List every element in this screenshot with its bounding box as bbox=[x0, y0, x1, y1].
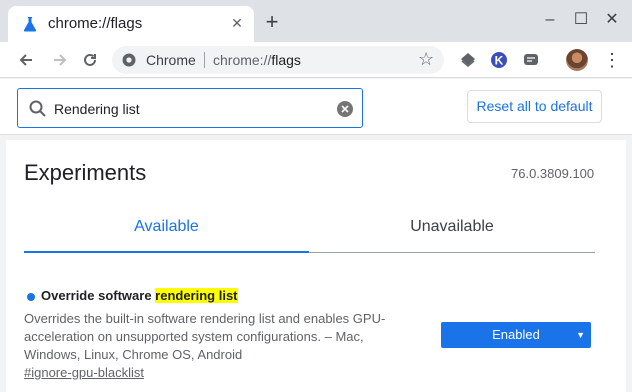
experiment-description: Overrides the built-in software renderin… bbox=[24, 311, 386, 362]
svg-text:K: K bbox=[495, 54, 504, 68]
search-input[interactable] bbox=[54, 99, 334, 119]
url-host: flags bbox=[271, 52, 301, 68]
omnibox[interactable]: Chrome chrome://flags ☆ bbox=[112, 46, 444, 74]
omnibox-chip: Chrome bbox=[146, 52, 196, 68]
version-label: 76.0.3809.100 bbox=[511, 166, 595, 181]
experiment-name-prefix: Override software bbox=[41, 288, 156, 303]
search-highlight: rendering list bbox=[155, 288, 238, 303]
omnibox-divider bbox=[204, 52, 205, 68]
flask-icon bbox=[23, 17, 37, 32]
experiments-card: Experiments 76.0.3809.100 Available Unav… bbox=[6, 140, 626, 392]
search-icon bbox=[29, 100, 46, 117]
extension-icon[interactable] bbox=[458, 50, 478, 70]
enabled-dot-icon bbox=[27, 293, 35, 301]
tab-title: chrome://flags bbox=[48, 15, 143, 32]
profile-avatar[interactable] bbox=[566, 49, 588, 71]
tab-close-icon[interactable]: ✕ bbox=[230, 16, 244, 30]
page-title: Experiments bbox=[24, 160, 147, 185]
toolbar: Chrome chrome://flags ☆ K ⋮ bbox=[0, 42, 632, 78]
minimize-icon[interactable]: – bbox=[540, 10, 560, 30]
new-tab-button[interactable]: + bbox=[262, 11, 282, 33]
active-tab-indicator bbox=[24, 251, 309, 253]
browser-tab[interactable]: chrome://flags ✕ bbox=[8, 6, 254, 42]
star-icon[interactable]: ☆ bbox=[418, 49, 434, 70]
search-box[interactable] bbox=[17, 88, 363, 128]
experiment-state-select[interactable]: Enabled ▼ bbox=[441, 322, 591, 348]
dropdown-arrow-icon: ▼ bbox=[576, 330, 585, 340]
omnibox-url[interactable]: chrome://flags bbox=[213, 52, 301, 68]
menu-icon[interactable]: ⋮ bbox=[603, 50, 621, 70]
close-window-icon[interactable]: ✕ bbox=[602, 10, 622, 30]
k-extension-icon[interactable]: K bbox=[489, 50, 509, 70]
flags-header: Reset all to default bbox=[0, 79, 632, 135]
main-content: Experiments 76.0.3809.100 Available Unav… bbox=[0, 136, 632, 392]
url-scheme: chrome:// bbox=[213, 52, 272, 68]
forward-icon[interactable] bbox=[50, 50, 70, 70]
tab-unavailable[interactable]: Unavailable bbox=[309, 218, 595, 252]
chat-extension-icon[interactable] bbox=[521, 50, 541, 70]
chrome-icon bbox=[122, 53, 136, 67]
clear-search-icon[interactable] bbox=[336, 100, 354, 118]
title-bar: chrome://flags ✕ + – ☐ ✕ bbox=[0, 0, 632, 42]
tab-available[interactable]: Available bbox=[24, 218, 309, 252]
experiment-link[interactable]: #ignore-gpu-blacklist bbox=[24, 365, 144, 380]
select-value: Enabled bbox=[492, 327, 540, 342]
reload-icon[interactable] bbox=[80, 50, 100, 70]
maximize-icon[interactable]: ☐ bbox=[571, 10, 591, 30]
reset-all-button[interactable]: Reset all to default bbox=[467, 90, 602, 123]
experiment-name: Override software rendering list bbox=[41, 288, 238, 303]
back-icon[interactable] bbox=[16, 50, 36, 70]
